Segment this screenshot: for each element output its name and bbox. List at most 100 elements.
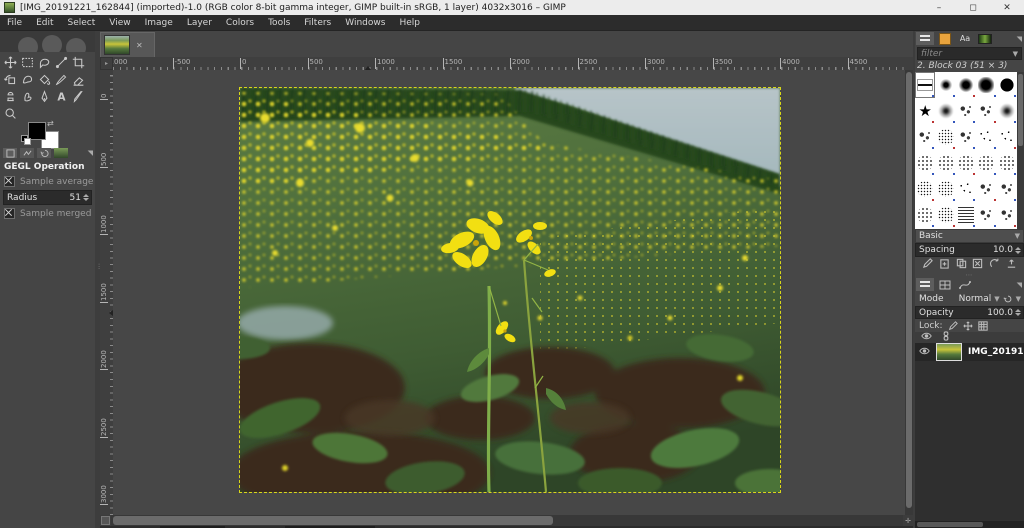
layer-name[interactable]: IMG_20191 [968, 347, 1024, 357]
channels-tab[interactable] [936, 278, 954, 291]
brush-dot-s[interactable] [935, 72, 955, 98]
layers-horizontal-scrollbar[interactable] [915, 521, 1024, 528]
menu-file[interactable]: File [0, 18, 29, 28]
canvas-viewport[interactable] [113, 70, 905, 515]
radius-spinner[interactable] [83, 194, 91, 201]
brush-dot-m[interactable] [956, 72, 976, 98]
horizontal-ruler[interactable]: -1000-5000500100015002000250030003500400… [113, 57, 905, 70]
tab-menu-icon[interactable]: ◥ [88, 149, 93, 157]
brush-hatch[interactable] [956, 202, 976, 228]
eraser-tool-button[interactable] [70, 71, 87, 88]
layers-tab[interactable] [916, 278, 934, 291]
menu-edit[interactable]: Edit [29, 18, 60, 28]
chevron-down-icon[interactable]: ▼ [1013, 50, 1021, 58]
brush-sparks[interactable] [956, 176, 976, 202]
brush-scrollbar[interactable] [1017, 72, 1024, 229]
smudge-tool-button[interactable] [19, 88, 36, 105]
delete-brush-button[interactable] [972, 258, 983, 272]
brushes-tab[interactable] [916, 32, 934, 45]
opacity-spinner[interactable] [1015, 309, 1023, 316]
navigation-button[interactable]: ✛ [903, 515, 913, 526]
minimize-button[interactable]: – [922, 0, 956, 15]
brush-splat[interactable] [976, 176, 996, 202]
brush-dotty[interactable] [915, 202, 935, 228]
brush-splat[interactable] [915, 124, 935, 150]
radius-slider[interactable]: Radius 51 [3, 190, 92, 205]
brush-grain[interactable] [915, 176, 935, 202]
menu-windows[interactable]: Windows [338, 18, 392, 28]
gradients-tab[interactable] [976, 32, 994, 45]
brush-splat[interactable] [997, 176, 1017, 202]
brush-category-dropdown[interactable]: Basic ▼ [915, 229, 1024, 243]
swap-colors-icon[interactable]: ⇄ [47, 119, 54, 128]
spacing-slider[interactable]: Spacing 10.0 [915, 243, 1024, 257]
lock-alpha-icon[interactable] [978, 321, 988, 331]
menu-filters[interactable]: Filters [297, 18, 338, 28]
transform-tool-button[interactable] [2, 71, 19, 88]
warp-tool-button[interactable] [19, 71, 36, 88]
brush-splat[interactable] [956, 98, 976, 124]
brush-dotty[interactable] [956, 150, 976, 176]
chevron-down-icon[interactable]: ▼ [1016, 295, 1021, 303]
image-tab[interactable]: ✕ [100, 32, 155, 57]
paintbrush-tool-button[interactable] [53, 71, 70, 88]
rectangle-select-tool-button[interactable] [19, 54, 36, 71]
layer-list-empty-area[interactable] [915, 361, 1024, 521]
vertical-scrollbar[interactable] [905, 70, 913, 515]
opacity-slider[interactable]: Opacity 100.0 [915, 306, 1024, 319]
brush-fuzz[interactable] [935, 98, 955, 124]
tab-menu-icon[interactable]: ◥ [1017, 281, 1022, 289]
fonts-tab[interactable]: Aa [956, 32, 974, 45]
sample-average-checkbox[interactable] [4, 176, 15, 187]
mode-reset-icon[interactable] [1003, 294, 1013, 304]
brush-dotty[interactable] [915, 150, 935, 176]
brush-block[interactable] [915, 72, 935, 98]
new-brush-button[interactable] [939, 258, 950, 272]
lock-position-icon[interactable] [963, 321, 973, 331]
menu-colors[interactable]: Colors [219, 18, 261, 28]
brush-grain[interactable] [935, 124, 955, 150]
brush-star[interactable]: ★ [915, 98, 935, 124]
brush-splat[interactable] [956, 124, 976, 150]
undo-history-tab[interactable] [37, 148, 51, 158]
patterns-tab[interactable] [936, 32, 954, 45]
default-colors-icon[interactable] [21, 135, 30, 144]
tool-options-tab[interactable] [3, 148, 17, 158]
crop-tool-button[interactable] [70, 54, 87, 71]
layer-visibility-eye-icon[interactable] [919, 347, 930, 358]
brush-grain[interactable] [935, 202, 955, 228]
menu-help[interactable]: Help [392, 18, 427, 28]
move-tool-button[interactable] [2, 54, 19, 71]
duplicate-brush-button[interactable] [956, 258, 967, 272]
refresh-brushes-button[interactable] [989, 258, 1000, 272]
brush-dot-l[interactable] [976, 72, 996, 98]
layer-row[interactable]: IMG_20191 [915, 343, 1024, 361]
ink-tool-button[interactable] [36, 88, 53, 105]
device-status-tab[interactable] [20, 148, 34, 158]
sample-merged-row[interactable]: Sample merged [0, 207, 95, 220]
menu-layer[interactable]: Layer [180, 18, 219, 28]
brush-splat[interactable] [976, 98, 996, 124]
spacing-spinner[interactable] [1015, 247, 1023, 254]
close-button[interactable]: ✕ [990, 0, 1024, 15]
brush-dotty[interactable] [976, 150, 996, 176]
brush-grain[interactable] [935, 176, 955, 202]
brush-scrollbar-thumb[interactable] [1018, 74, 1023, 146]
brush-sparks[interactable] [976, 124, 996, 150]
sample-average-row[interactable]: Sample average [0, 175, 95, 188]
zoom-tool-button[interactable] [2, 105, 19, 122]
brush-filter-input[interactable]: filter ▼ [917, 47, 1022, 60]
layer-thumbnail[interactable] [936, 343, 962, 361]
image-thumbnail-tab[interactable] [54, 148, 68, 158]
brush-fuzz[interactable] [997, 98, 1017, 124]
horizontal-scrollbar[interactable] [111, 515, 903, 526]
maximize-button[interactable]: ◻ [956, 0, 990, 15]
clone-tool-button[interactable] [2, 88, 19, 105]
menu-view[interactable]: View [102, 18, 137, 28]
menu-image[interactable]: Image [138, 18, 180, 28]
horizontal-scrollbar-thumb[interactable] [113, 516, 553, 525]
sample-merged-checkbox[interactable] [4, 208, 15, 219]
bucket-fill-tool-button[interactable] [36, 71, 53, 88]
brush-dotty[interactable] [935, 150, 955, 176]
brush-grid[interactable]: ★ [915, 72, 1017, 229]
